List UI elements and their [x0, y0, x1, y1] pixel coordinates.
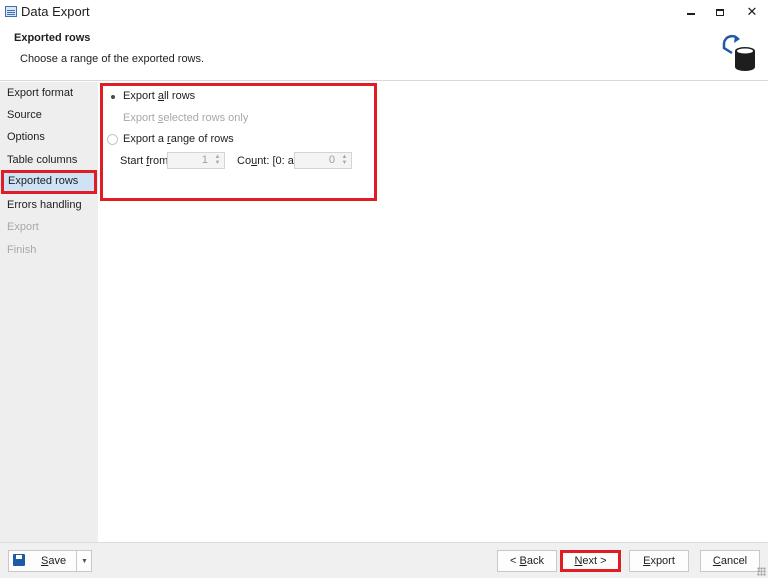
back-button[interactable]: < Back: [497, 550, 557, 572]
database-export-icon: [722, 34, 755, 71]
export-range-rows-label: Export a range of rows: [123, 133, 234, 145]
cancel-button[interactable]: Cancel: [700, 550, 760, 572]
window-title: Data Export: [21, 4, 90, 19]
wizard-header: Exported rows Choose a range of the expo…: [0, 24, 768, 81]
start-from-spinner[interactable]: 1 ▲ ▼: [167, 152, 225, 169]
radio-unchecked-icon: [107, 133, 118, 145]
sidebar-item-options[interactable]: Options: [0, 126, 98, 148]
floppy-disk-icon: [13, 554, 25, 566]
window-titlebar: Data Export ✕: [0, 0, 768, 24]
count-spinner[interactable]: 0 ▲ ▼: [294, 152, 352, 169]
export-button[interactable]: Export: [629, 550, 689, 572]
export-all-rows-label: Export all rows: [123, 90, 196, 102]
wizard-steps-sidebar: Export format Source Options Table colum…: [0, 82, 98, 542]
resize-grip-icon[interactable]: [757, 567, 766, 576]
spinner-arrows-icon[interactable]: ▲ ▼: [213, 154, 222, 167]
page-subtitle: Choose a range of the exported rows.: [20, 53, 205, 65]
next-button[interactable]: Next >: [560, 550, 621, 572]
chevron-down-icon[interactable]: ▼: [76, 551, 92, 571]
radio-checked-icon: [107, 90, 118, 102]
sidebar-item-exported-rows[interactable]: Exported rows: [1, 170, 97, 194]
sidebar-item-export-format[interactable]: Export format: [0, 82, 98, 104]
maximize-icon: [716, 8, 724, 16]
sidebar-item-table-columns[interactable]: Table columns: [0, 149, 98, 171]
app-table-icon: [5, 6, 17, 17]
sidebar-item-export: Export: [7, 221, 39, 233]
minimize-icon: [687, 13, 695, 15]
start-from-label: Start from:: [120, 155, 172, 167]
export-all-rows-radio[interactable]: Export all rows: [107, 90, 195, 102]
export-selected-rows-label: Export selected rows only: [123, 112, 249, 124]
export-selected-rows-radio: Export selected rows only: [107, 112, 248, 124]
save-split-button[interactable]: Save ▼: [8, 550, 92, 572]
spinner-arrows-icon[interactable]: ▲ ▼: [340, 154, 349, 167]
radio-unchecked-icon: [107, 112, 118, 124]
page-title: Exported rows: [14, 32, 91, 44]
sidebar-item-finish: Finish: [7, 244, 37, 256]
count-label: Count: [0: all]: [237, 155, 302, 167]
close-icon: ✕: [746, 4, 758, 19]
export-range-rows-radio[interactable]: Export a range of rows: [107, 133, 234, 145]
minimize-button[interactable]: [676, 0, 706, 24]
start-from-value: 1: [201, 154, 208, 166]
count-value: 0: [328, 154, 335, 166]
sidebar-item-source[interactable]: Source: [0, 104, 98, 126]
close-button[interactable]: ✕: [737, 0, 767, 24]
save-button-label: Save: [41, 555, 67, 567]
wizard-footer: Save ▼ < Back Next > Export Cancel: [0, 542, 768, 578]
sidebar-item-errors-handling[interactable]: Errors handling: [0, 194, 98, 216]
maximize-button[interactable]: [705, 0, 735, 24]
